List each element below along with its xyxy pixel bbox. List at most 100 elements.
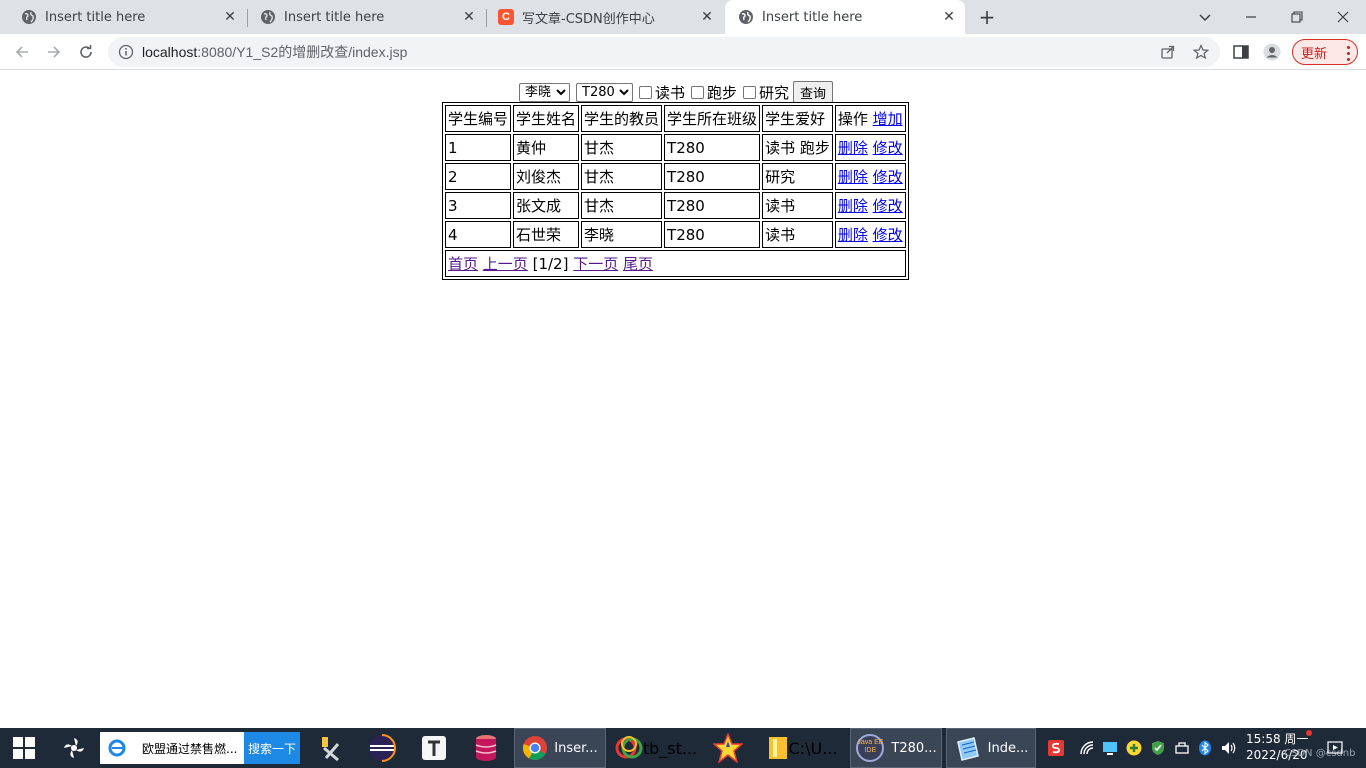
hobby-checkbox-reading[interactable]: 读书 xyxy=(639,82,685,103)
cell-id: 4 xyxy=(445,221,512,248)
plus-tray-icon[interactable] xyxy=(1124,728,1144,768)
sogou-ime-icon[interactable] xyxy=(1046,728,1066,768)
table-header-row: 学生编号 学生姓名 学生的教员 学生所在班级 学生爱好 操作 增加 xyxy=(445,105,906,132)
edit-link[interactable]: 修改 xyxy=(873,226,903,244)
close-icon[interactable]: ✕ xyxy=(461,9,477,25)
edit-link[interactable]: 修改 xyxy=(873,139,903,157)
close-icon[interactable]: ✕ xyxy=(222,9,238,25)
hobby-label: 研究 xyxy=(759,83,790,102)
close-icon[interactable]: ✕ xyxy=(699,9,715,25)
hobby-checkbox-research[interactable]: 研究 xyxy=(743,82,789,103)
pager-first-link[interactable]: 首页 xyxy=(448,255,478,273)
forward-button[interactable] xyxy=(42,40,66,64)
star-app-button[interactable] xyxy=(706,728,750,768)
computer-tray-icon[interactable] xyxy=(1100,728,1120,768)
pager-prev-link[interactable]: 上一页 xyxy=(483,255,528,273)
tools-app-button[interactable] xyxy=(308,728,352,768)
reload-icon xyxy=(80,45,92,58)
table-row: 4 石世荣 李晓 T280 读书 删除 修改 xyxy=(445,221,906,248)
table-row: 1 黄仲 甘杰 T280 读书 跑步 删除 修改 xyxy=(445,134,906,161)
restore-icon xyxy=(1291,11,1303,23)
browser-tab-3[interactable]: C 写文章-CSDN创作中心 ✕ xyxy=(477,0,723,34)
table-row: 2 刘俊杰 甘杰 T280 研究 删除 修改 xyxy=(445,163,906,190)
minimize-icon xyxy=(1246,16,1256,18)
url-host: localhost xyxy=(142,44,198,60)
hobby-checkbox-running[interactable]: 跑步 xyxy=(691,82,737,103)
taskbar-window-chrome[interactable]: Inser... xyxy=(514,728,606,768)
task-view-button[interactable] xyxy=(52,728,96,768)
chrome-icon xyxy=(523,736,548,761)
tab-title: 写文章-CSDN创作中心 xyxy=(522,11,655,27)
database-app-button[interactable] xyxy=(464,728,508,768)
edit-link[interactable]: 修改 xyxy=(873,168,903,186)
usb-device-icon[interactable] xyxy=(1172,728,1192,768)
hobby-label: 读书 xyxy=(655,83,686,102)
browser-tab-4[interactable]: Insert title here ✕ xyxy=(725,0,965,34)
close-window-button[interactable] xyxy=(1320,0,1366,34)
pager-last-link[interactable]: 尾页 xyxy=(623,255,653,273)
eclipse-app-button[interactable] xyxy=(360,728,404,768)
query-form: 李晓 T280 读书 跑步 研究 查询 xyxy=(519,81,834,103)
checkbox[interactable] xyxy=(639,85,652,99)
windows-logo-icon xyxy=(13,737,35,759)
actions-label: 操作 xyxy=(837,110,868,128)
info-icon[interactable] xyxy=(118,44,134,60)
add-link[interactable]: 增加 xyxy=(873,110,903,128)
reload-button[interactable] xyxy=(74,40,98,64)
delete-link[interactable]: 删除 xyxy=(838,168,868,186)
restore-button[interactable] xyxy=(1274,0,1320,34)
tab-search-button[interactable] xyxy=(1182,0,1228,34)
pager-next-link[interactable]: 下一页 xyxy=(573,255,618,273)
back-button[interactable] xyxy=(10,40,34,64)
checkbox[interactable] xyxy=(743,85,757,99)
network-icon[interactable] xyxy=(1078,728,1096,768)
close-icon[interactable]: ✕ xyxy=(941,9,957,25)
taskbar-search-button[interactable]: 搜索一下 xyxy=(244,732,300,764)
query-button[interactable]: 查询 xyxy=(793,81,834,103)
taskbar-window-explorer[interactable]: C:\U... xyxy=(756,728,848,768)
browser-tab-2[interactable]: Insert title here ✕ xyxy=(239,0,485,34)
edit-link[interactable]: 修改 xyxy=(873,197,903,215)
delete-link[interactable]: 删除 xyxy=(838,139,868,157)
cell-teacher: 甘杰 xyxy=(581,163,663,190)
close-icon xyxy=(1337,11,1349,23)
checkbox[interactable] xyxy=(691,85,705,99)
taskbar-window-editor[interactable]: Inde... xyxy=(946,728,1036,768)
minimize-button[interactable] xyxy=(1228,0,1274,34)
browser-toolbar: localhost:8080/Y1_S2的增删改查/index.jsp 更新 xyxy=(0,34,1366,70)
pager-row: 首页 上一页 [1/2] 下一页 尾页 xyxy=(445,250,906,277)
side-panel-icon[interactable] xyxy=(1232,43,1250,61)
header-hobby: 学生爱好 xyxy=(762,105,833,132)
cell-name: 石世荣 xyxy=(513,221,580,248)
cell-id: 2 xyxy=(445,163,512,190)
pager-status: [1/2] xyxy=(532,255,569,273)
notification-center-icon[interactable] xyxy=(1324,728,1346,768)
taskbar-search-box[interactable]: 欧盟通过禁售燃... xyxy=(100,732,244,764)
class-select[interactable]: T280 xyxy=(576,82,633,102)
profile-avatar-icon[interactable] xyxy=(1263,43,1281,61)
cell-class: T280 xyxy=(664,221,761,248)
cell-class: T280 xyxy=(664,163,761,190)
pager-cell: 首页 上一页 [1/2] 下一页 尾页 xyxy=(445,250,906,277)
taskbar-window-navicat[interactable]: tb_st... xyxy=(610,728,702,768)
delete-link[interactable]: 删除 xyxy=(838,197,868,215)
volume-icon[interactable] xyxy=(1218,728,1240,768)
taskbar-window-javaee[interactable]: Java EE IDE T280... xyxy=(850,728,942,768)
students-table: 学生编号 学生姓名 学生的教员 学生所在班级 学生爱好 操作 增加 1 黄仲 甘… xyxy=(442,102,909,280)
bluetooth-icon[interactable] xyxy=(1196,728,1214,768)
address-bar[interactable]: localhost:8080/Y1_S2的增删改查/index.jsp xyxy=(108,37,1220,67)
star-icon[interactable] xyxy=(1193,44,1209,60)
cell-teacher: 甘杰 xyxy=(581,192,663,219)
new-tab-button[interactable]: + xyxy=(976,6,998,28)
update-button[interactable]: 更新 xyxy=(1292,39,1358,65)
text-app-button[interactable] xyxy=(412,728,456,768)
star-app-icon xyxy=(713,733,743,763)
header-student-name: 学生姓名 xyxy=(513,105,580,132)
security-shield-icon[interactable] xyxy=(1148,728,1168,768)
share-icon[interactable] xyxy=(1160,44,1176,60)
delete-link[interactable]: 删除 xyxy=(838,226,868,244)
cell-name: 张文成 xyxy=(513,192,580,219)
browser-tab-1[interactable]: Insert title here ✕ xyxy=(0,0,246,34)
teacher-select[interactable]: 李晓 xyxy=(519,82,570,102)
start-button[interactable] xyxy=(0,728,48,768)
